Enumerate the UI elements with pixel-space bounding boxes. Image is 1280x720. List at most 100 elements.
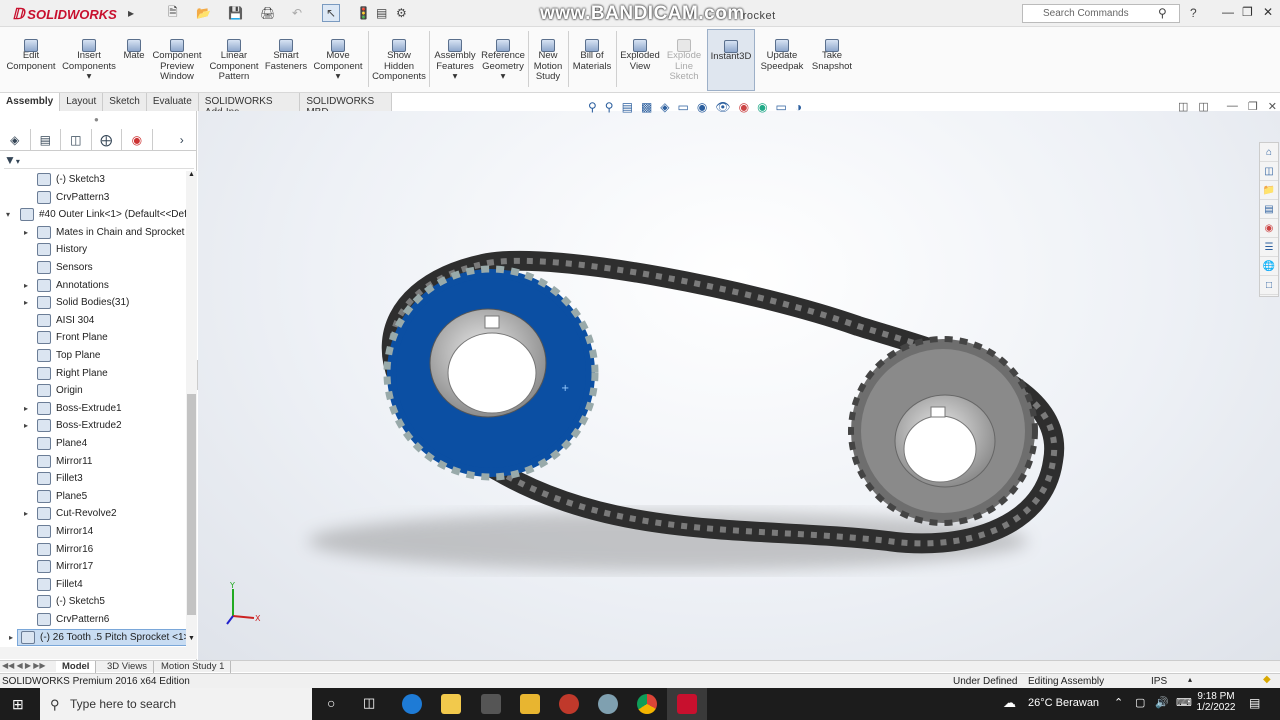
bill-of-materials-button[interactable]: Bill of Materials [570, 29, 614, 91]
search-magnifier-icon[interactable]: ⚲ [1158, 4, 1167, 22]
reference-geometry-button[interactable]: Reference Geometry ▾ [480, 29, 526, 91]
edit-component-button[interactable]: Edit Component [4, 29, 58, 91]
graphics-area[interactable]: + Y X ⚲ ⚲ ▤ ▩ ◈ ▭ ◉ 👁 ◉ ◉ ▭ ◑ ◫ ◫ — ❐ ✕ [198, 100, 1280, 660]
save-icon[interactable]: 💾 [228, 4, 243, 22]
tab-layout[interactable]: Layout [60, 93, 104, 111]
collapse-arrow-icon[interactable]: ▾ [3, 210, 13, 219]
update-speedpak-button[interactable]: Update Speedpak [758, 29, 806, 91]
tree-item[interactable]: Mirror17 [0, 558, 93, 575]
tab-evaluate[interactable]: Evaluate [146, 93, 199, 111]
tree-item[interactable]: Fillet3 [0, 470, 83, 487]
tree-item[interactable]: Top Plane [0, 347, 100, 364]
search-commands-input[interactable]: Search Commands [1022, 4, 1180, 23]
expand-arrow-icon[interactable]: ▸ [21, 404, 31, 413]
tree-filter-icon[interactable]: ▼▾ [4, 153, 194, 169]
clock[interactable]: 9:18 PM 1/2/2022 [1196, 691, 1236, 713]
select-cursor-icon[interactable]: ↖ [322, 4, 340, 22]
network-icon[interactable]: ▢ [1135, 696, 1145, 709]
tree-horizontal-scrollbar[interactable] [0, 647, 197, 659]
tree-item[interactable]: Mirror11 [0, 453, 92, 470]
new-document-icon[interactable]: 🗎 [168, 4, 178, 22]
tab-motion-study-1[interactable]: Motion Study 1 [155, 661, 232, 673]
edge-browser-icon[interactable] [402, 694, 422, 714]
tree-item[interactable]: History [0, 241, 87, 258]
undo-icon[interactable]: ↶ [292, 4, 302, 22]
tree-item[interactable]: (-) Sketch5 [0, 593, 105, 610]
sprocket-right[interactable] [848, 336, 1038, 526]
appearances-icon[interactable]: ◉ [1260, 220, 1278, 238]
scroll-up-icon[interactable]: ▲ [188, 171, 195, 178]
view-orientation-icon[interactable]: ▭ [678, 100, 689, 116]
tab-mbd[interactable]: SOLIDWORKS MBD [300, 93, 392, 118]
tree-item[interactable]: ▸ Cut-Revolve2 [0, 505, 117, 522]
weather-text[interactable]: 26°C Berawan [1028, 697, 1099, 709]
take-snapshot-button[interactable]: Take Snapshot [808, 29, 856, 91]
tab-sketch[interactable]: Sketch [103, 93, 147, 111]
show-hidden-components-button[interactable]: Show Hidden Components [372, 29, 426, 91]
solidworks-forum-icon[interactable]: 🌐 [1260, 258, 1278, 276]
new-motion-study-button[interactable]: New Motion Study [530, 29, 566, 91]
zoom-to-fit-icon[interactable]: ⚲ [588, 100, 597, 116]
expand-menu-icon[interactable]: ▸ [128, 4, 134, 22]
tab-3d-views[interactable]: 3D Views [101, 661, 154, 673]
edit-appearance-icon[interactable]: ◉ [739, 100, 749, 116]
chrome-icon[interactable] [637, 694, 657, 714]
tree-item[interactable]: AISI 304 [0, 312, 94, 329]
tree-item[interactable]: Fillet4 [0, 576, 83, 593]
tree-item[interactable]: Right Plane [0, 365, 108, 382]
section-view-icon[interactable]: ▩ [641, 100, 652, 116]
unit-system[interactable]: IPS [1151, 676, 1167, 687]
notification-icon[interactable]: ◆ [1263, 674, 1271, 685]
units-dropdown-icon[interactable]: ▴ [1188, 675, 1192, 684]
tree-item[interactable]: Mirror14 [0, 523, 93, 540]
design-library-icon[interactable]: ◫ [1260, 163, 1278, 181]
expand-arrow-icon[interactable]: ▸ [21, 281, 31, 290]
component-preview-window-button[interactable]: Component Preview Window [150, 29, 204, 91]
previous-view-icon[interactable]: ▤ [622, 100, 633, 116]
solidworks-chat-icon[interactable]: □ [1260, 277, 1278, 295]
options-gear-icon[interactable]: ⚙ [396, 4, 407, 22]
explode-line-sketch-button[interactable]: Explode Line Sketch [664, 29, 704, 91]
viewport-close-icon[interactable]: ✕ [1268, 100, 1277, 113]
insert-components-button[interactable]: Insert Components ▾ [60, 29, 118, 91]
display-style-icon[interactable]: ◉ [697, 100, 707, 116]
bandicam-icon[interactable] [559, 694, 579, 714]
task-view-icon[interactable]: ◫ [363, 695, 375, 711]
view-settings-icon[interactable]: ▭ [776, 100, 787, 116]
tree-item[interactable]: CrvPattern3 [0, 189, 109, 206]
viewport-restore-icon[interactable]: ❐ [1248, 100, 1258, 113]
weather-icon[interactable]: ☁ [1003, 695, 1016, 711]
panel-grip-icon[interactable]: ● [94, 115, 99, 124]
close-icon[interactable]: ✕ [1263, 5, 1273, 19]
input-method-icon[interactable]: ⌨ [1176, 696, 1192, 709]
minimize-icon[interactable]: — [1222, 5, 1234, 19]
restore-icon[interactable]: ❐ [1242, 5, 1253, 19]
expand-arrow-icon[interactable]: ▸ [21, 421, 31, 430]
panel-expand-chevron-icon[interactable]: › [167, 129, 197, 150]
hide-show-items-icon[interactable]: 👁 [715, 100, 730, 116]
tree-item[interactable]: ▸ Solid Bodies(31) [0, 294, 129, 311]
tree-item[interactable]: Front Plane [0, 329, 108, 346]
tab-scroll-arrows-icon[interactable]: ◀◀ ◀ ▶ ▶▶ [2, 661, 46, 670]
tree-item[interactable]: ▸ Boss-Extrude2 [0, 417, 122, 434]
tree-item[interactable]: ▸ (-) 26 Tooth .5 Pitch Sprocket <1> [9, 628, 186, 646]
dimxpert-tab-icon[interactable]: ⨁ [92, 129, 123, 150]
rebuild-icon[interactable]: 🚦 [356, 4, 371, 22]
tab-model[interactable]: Model [56, 661, 97, 673]
tree-item[interactable]: ▸ Annotations [0, 277, 109, 294]
rotate-view-icon[interactable]: ◑ [795, 100, 802, 116]
instant3d-button[interactable]: Instant3D [707, 29, 755, 91]
tab-addins[interactable]: SOLIDWORKS Add-Ins [198, 93, 301, 118]
solidworks-resources-home-icon[interactable]: ⌂ [1260, 144, 1278, 162]
solidworks-logo[interactable]: 𝔻 SOLIDWORKS [12, 4, 117, 24]
open-document-icon[interactable]: 📂 [196, 4, 211, 22]
expand-arrow-icon[interactable]: ▸ [21, 509, 31, 518]
linear-component-pattern-button[interactable]: Linear Component Pattern [206, 29, 262, 91]
file-explorer-taskbar-icon[interactable] [441, 694, 461, 714]
viewport-minimize-icon[interactable]: — [1227, 100, 1238, 113]
tab-assembly[interactable]: Assembly [0, 93, 61, 111]
expand-arrow-icon[interactable]: ▸ [21, 298, 31, 307]
tree-item[interactable]: (-) Sketch3 [0, 171, 105, 188]
tree-scrollbar[interactable]: ▲ ▼ [186, 171, 197, 647]
solidworks-taskbar-button[interactable] [667, 688, 707, 720]
